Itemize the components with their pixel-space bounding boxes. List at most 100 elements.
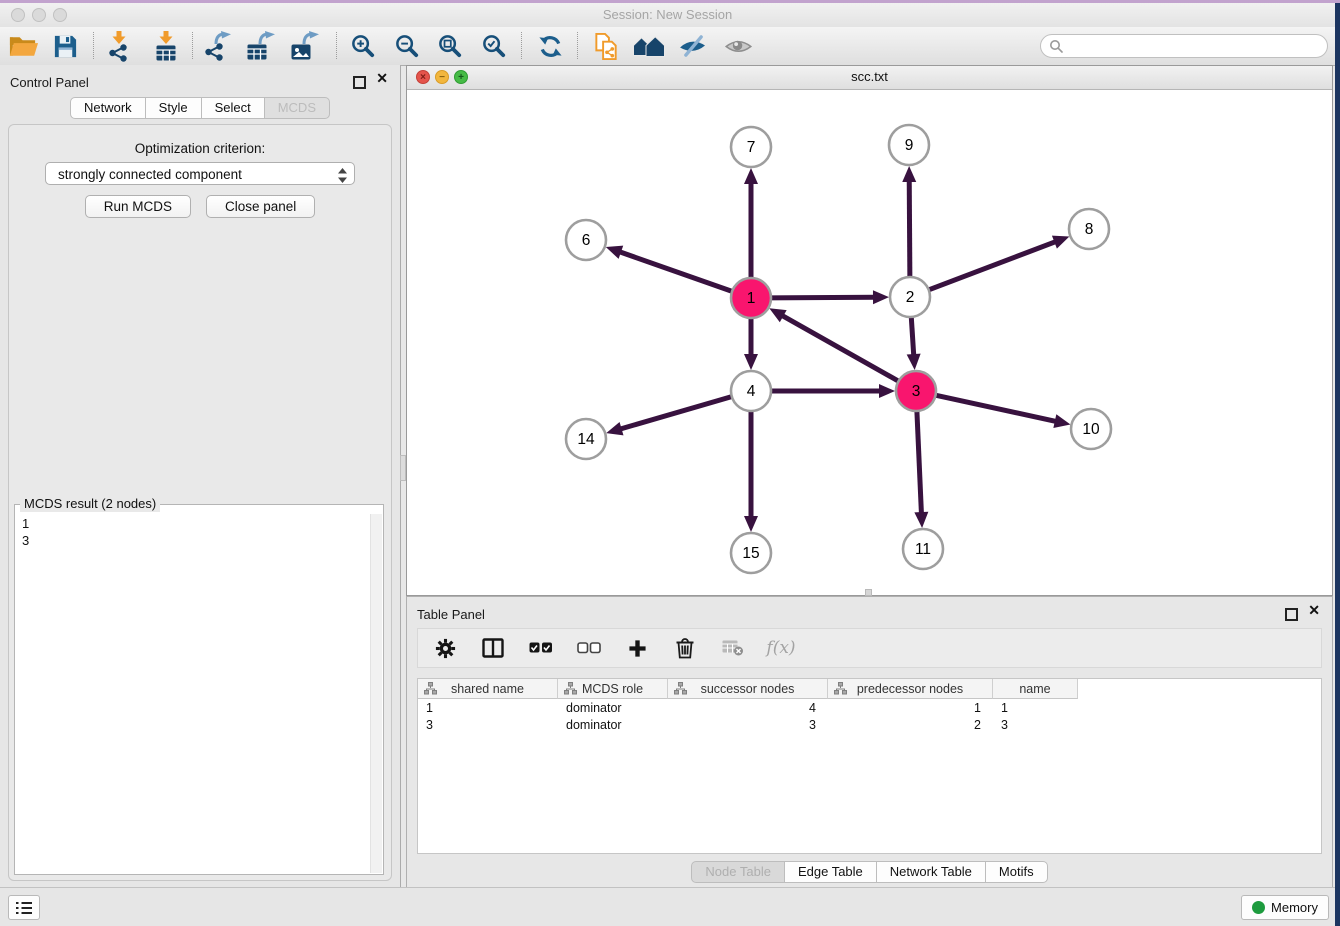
refresh-icon — [537, 33, 564, 60]
zoom-selected-button[interactable] — [477, 31, 511, 61]
export-image-button[interactable] — [289, 31, 323, 61]
network-maximize-button[interactable]: + — [454, 70, 468, 84]
float-table-panel-button[interactable] — [1285, 608, 1298, 621]
search-input[interactable] — [1068, 36, 1327, 56]
search-icon — [1049, 39, 1063, 53]
zoom-out-button[interactable] — [390, 31, 424, 61]
table-panel-title: Table Panel — [417, 607, 485, 622]
network-resize-handle[interactable] — [865, 589, 872, 596]
delete-column-button[interactable] — [672, 634, 698, 662]
clone-network-icon — [593, 32, 620, 61]
function-builder-button[interactable]: f(x) — [768, 634, 794, 662]
window-zoom-button[interactable] — [53, 8, 67, 22]
graph-arrowhead-2-8 — [1052, 236, 1069, 249]
tab-network-table[interactable]: Network Table — [876, 861, 986, 883]
mcds-result-legend: MCDS result (2 nodes) — [20, 496, 160, 512]
tab-select[interactable]: Select — [201, 97, 265, 119]
graph-node-label-7: 7 — [747, 139, 756, 156]
network-minimize-button[interactable]: − — [435, 70, 449, 84]
first-neighbors-button[interactable] — [632, 31, 666, 61]
create-column-button[interactable] — [624, 634, 650, 662]
graph-node-label-15: 15 — [742, 545, 759, 562]
graph-edge-4-14[interactable] — [619, 396, 735, 430]
hide-selected-button[interactable] — [676, 31, 710, 61]
graph-edge-1-6[interactable] — [618, 251, 735, 292]
unchecked-boxes-icon — [577, 642, 601, 654]
optimization-criterion-select[interactable]: strongly connected component — [45, 162, 355, 185]
column-header-successor-nodes[interactable]: successor nodes — [668, 679, 828, 699]
network-close-button[interactable]: × — [416, 70, 430, 84]
column-header-mcds-role[interactable]: MCDS role — [558, 679, 668, 699]
import-network-button[interactable] — [102, 31, 136, 61]
mcds-result-lines: 13 — [22, 513, 369, 872]
control-panel-tabs: NetworkStyleSelectMCDS — [0, 97, 400, 119]
table-cell: 1 — [418, 701, 558, 715]
window-close-button[interactable] — [11, 8, 25, 22]
tab-motifs[interactable]: Motifs — [985, 861, 1048, 883]
toolbar-separator — [336, 32, 337, 59]
tab-node-table[interactable]: Node Table — [691, 861, 785, 883]
table-settings-button[interactable] — [432, 634, 458, 662]
mcds-result-box: MCDS result (2 nodes) 13 — [14, 496, 384, 875]
graph-edge-1-2[interactable] — [768, 297, 876, 298]
show-column-panel-button[interactable] — [480, 634, 506, 662]
list-icon — [15, 901, 33, 915]
table-row[interactable]: 1dominator411 — [418, 699, 1321, 716]
select-all-columns-button[interactable] — [528, 634, 554, 662]
graph-edge-3-11[interactable] — [917, 408, 922, 515]
delete-table-icon — [722, 640, 744, 656]
column-header-label: MCDS role — [582, 682, 643, 696]
graph-edge-2-9[interactable] — [909, 179, 910, 280]
close-panel-button[interactable]: ✕ — [376, 71, 388, 85]
graph-edge-3-1[interactable] — [781, 315, 902, 383]
window-minimize-button[interactable] — [32, 8, 46, 22]
delete-table-button[interactable] — [720, 634, 746, 662]
zoom-in-icon — [350, 33, 377, 60]
column-header-name[interactable]: name — [993, 679, 1078, 699]
apply-layout-button[interactable] — [533, 31, 567, 61]
open-session-button[interactable] — [6, 31, 40, 61]
plus-icon — [628, 639, 647, 658]
save-session-button[interactable] — [48, 31, 82, 61]
import-network-icon — [104, 31, 134, 61]
unselect-all-columns-button[interactable] — [576, 634, 602, 662]
tab-network[interactable]: Network — [70, 97, 146, 119]
export-table-button[interactable] — [245, 31, 279, 61]
houses-icon — [632, 35, 666, 58]
export-network-button[interactable] — [202, 31, 236, 61]
column-header-predecessor-nodes[interactable]: predecessor nodes — [828, 679, 993, 699]
run-mcds-button[interactable]: Run MCDS — [85, 195, 191, 218]
float-panel-button[interactable] — [353, 76, 366, 89]
close-panel-button-2[interactable]: Close panel — [206, 195, 315, 218]
tab-style[interactable]: Style — [145, 97, 202, 119]
zoom-in-button[interactable] — [346, 31, 380, 61]
import-table-button[interactable] — [149, 31, 183, 61]
table-row[interactable]: 3dominator323 — [418, 716, 1321, 733]
mcds-result-scrollbar[interactable] — [370, 514, 382, 873]
node-table-header: shared name MCDS role successor nodes prede… — [418, 679, 1321, 699]
network-canvas[interactable]: 7968124314101511 — [407, 89, 1332, 595]
tab-edge-table[interactable]: Edge Table — [784, 861, 877, 883]
task-history-button[interactable] — [8, 895, 40, 920]
graph-edge-2-3[interactable] — [911, 314, 914, 357]
graph-edge-3-10[interactable] — [933, 395, 1058, 422]
table-cell: 2 — [828, 718, 993, 732]
show-all-button[interactable] — [721, 31, 755, 61]
close-table-panel-button[interactable]: ✕ — [1308, 603, 1320, 617]
column-header-label: successor nodes — [701, 682, 795, 696]
export-table-icon — [247, 31, 277, 61]
clone-network-button[interactable] — [589, 31, 623, 61]
graph-edge-2-8[interactable] — [926, 241, 1057, 291]
gear-icon — [434, 637, 457, 660]
search-field[interactable] — [1040, 34, 1328, 58]
tab-mcds[interactable]: MCDS — [264, 97, 330, 119]
table-cell: 3 — [418, 718, 558, 732]
memory-button[interactable]: Memory — [1241, 895, 1329, 920]
zoom-fit-button[interactable] — [433, 31, 467, 61]
table-cell: 1 — [993, 701, 1078, 715]
graph-arrowhead-2-3 — [907, 354, 921, 370]
toolbar-separator — [521, 32, 522, 59]
column-header-shared-name[interactable]: shared name — [418, 679, 558, 699]
table-cell: 3 — [993, 718, 1078, 732]
mcds-result-area[interactable]: 13 — [14, 504, 384, 875]
